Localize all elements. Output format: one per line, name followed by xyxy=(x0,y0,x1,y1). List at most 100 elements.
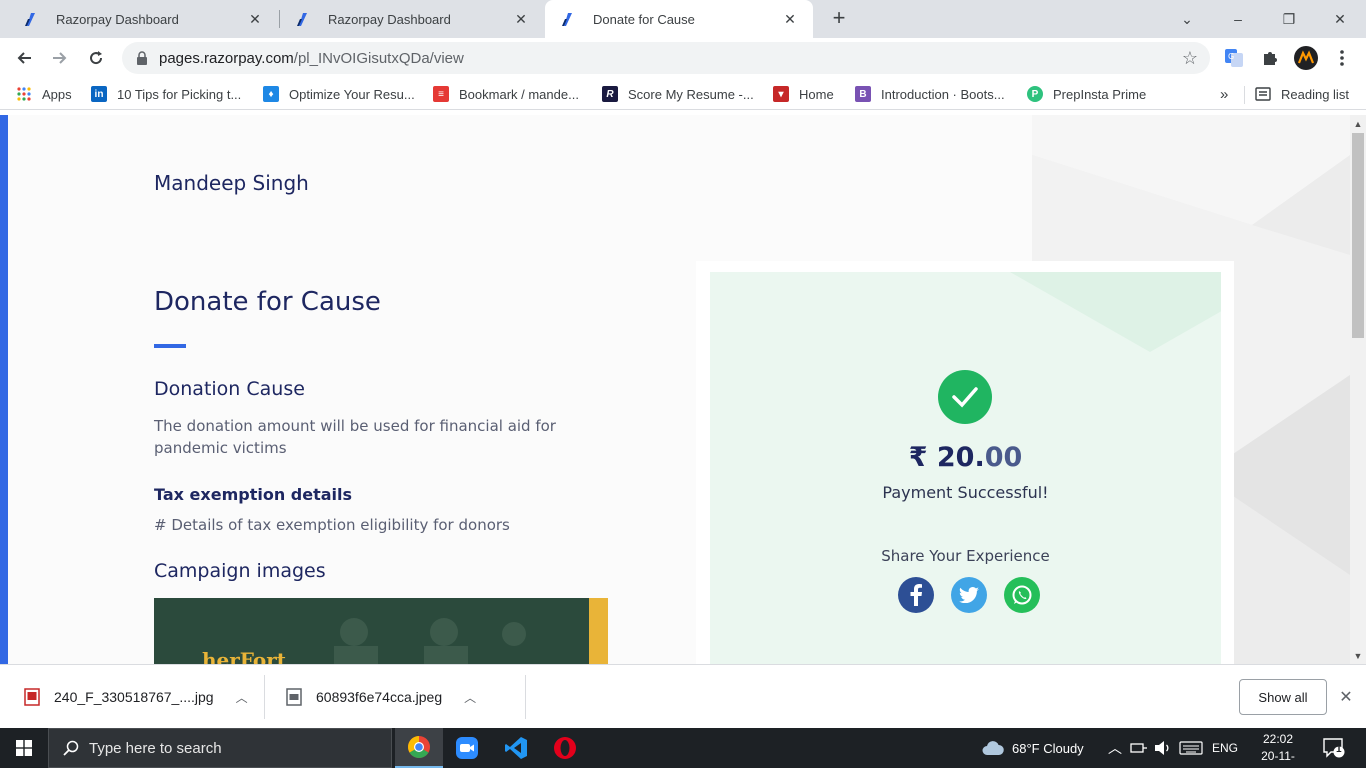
weather-text: 68°F Cloudy xyxy=(1012,740,1084,756)
drop-icon: ♦ xyxy=(263,86,279,102)
new-tab-button[interactable]: + xyxy=(828,7,850,30)
reload-button[interactable] xyxy=(84,46,108,70)
forward-arrow-icon xyxy=(53,52,67,64)
extensions-button[interactable] xyxy=(1258,46,1282,70)
chrome-icon xyxy=(408,736,430,758)
apps-grid-icon xyxy=(16,86,32,102)
back-arrow-icon xyxy=(17,52,31,64)
vscode-icon xyxy=(505,737,527,759)
bookmark-label: Bookmark / mande... xyxy=(459,86,579,102)
scroll-up-arrow-icon[interactable]: ▲ xyxy=(1350,115,1366,131)
tab-donate-for-cause[interactable]: Donate for Cause ✕ xyxy=(545,0,813,38)
bookmark-label: 10 Tips for Picking t... xyxy=(117,86,242,102)
share-whatsapp-button[interactable] xyxy=(1004,577,1040,613)
keyboard-icon[interactable] xyxy=(1179,728,1203,768)
back-button[interactable] xyxy=(12,46,36,70)
bookmark-apps[interactable]: Apps xyxy=(16,84,72,104)
browser-toolbar: pages.razorpay.com/pl_INvOIGisutxQDa/vie… xyxy=(0,38,1366,78)
minimize-button[interactable]: – xyxy=(1213,0,1263,38)
bookmark-mandeep[interactable]: ≡ Bookmark / mande... xyxy=(433,84,579,104)
download-item-2[interactable]: 60893f6e74cca.jpeg ︿ xyxy=(286,665,476,729)
share-facebook-button[interactable] xyxy=(898,577,934,613)
bookmarks-bar: Apps in 10 Tips for Picking t... ♦ Optim… xyxy=(0,78,1366,110)
bookmark-10-tips[interactable]: in 10 Tips for Picking t... xyxy=(91,84,241,104)
tab-close-icon[interactable]: ✕ xyxy=(781,10,799,28)
taskbar-opera[interactable] xyxy=(541,728,589,768)
chevron-up-icon[interactable]: ︿ xyxy=(236,689,248,706)
action-center-button[interactable]: 1 xyxy=(1322,728,1346,768)
lock-icon xyxy=(137,51,147,65)
show-hidden-icons-button[interactable]: ︿ xyxy=(1108,728,1122,768)
tab-search-button[interactable]: ⌄ xyxy=(1162,0,1212,38)
share-twitter-button[interactable] xyxy=(951,577,987,613)
reading-list-button[interactable]: Reading list xyxy=(1255,84,1349,104)
close-downloads-bar-button[interactable]: ✕ xyxy=(1336,687,1356,707)
taskbar-zoom[interactable] xyxy=(443,728,491,768)
payment-status-text: Payment Successful! xyxy=(882,483,1049,502)
stack-icon: ≡ xyxy=(433,86,449,102)
url-host: pages.razorpay.com xyxy=(159,50,294,67)
page-scrollbar[interactable]: ▲ ▼ xyxy=(1350,115,1366,664)
notification-icon xyxy=(1323,738,1345,758)
window-close-button[interactable]: ✕ xyxy=(1315,0,1365,38)
whatsapp-icon xyxy=(1012,585,1032,605)
campaign-image[interactable]: herFort xyxy=(154,598,608,664)
taskbar-search[interactable]: Type here to search xyxy=(48,728,392,768)
bookmark-optimize-resume[interactable]: ♦ Optimize Your Resu... xyxy=(263,84,415,104)
scroll-down-arrow-icon[interactable]: ▼ xyxy=(1350,648,1366,664)
download-separator xyxy=(525,675,526,719)
success-check-icon xyxy=(938,370,992,424)
taskbar-chrome[interactable] xyxy=(395,728,443,768)
bookmark-score-resume[interactable]: R Score My Resume -... xyxy=(602,84,754,104)
amount-decimal: 00 xyxy=(984,442,1023,473)
zoom-icon xyxy=(456,737,478,759)
bookmark-bootstrap[interactable]: B Introduction · Boots... xyxy=(855,84,1005,104)
image-file-icon xyxy=(24,688,40,706)
address-bar[interactable]: pages.razorpay.com/pl_INvOIGisutxQDa/vie… xyxy=(122,42,1210,74)
bookmark-star-icon[interactable]: ☆ xyxy=(1182,48,1198,69)
payment-page: Mandeep Singh Donate for Cause Donation … xyxy=(0,115,1350,664)
input-language[interactable]: ENG xyxy=(1212,728,1238,768)
razorpay-icon xyxy=(562,13,572,26)
title-underline xyxy=(154,344,186,348)
forward-button[interactable] xyxy=(48,46,72,70)
tab-razorpay-dashboard-1[interactable]: Razorpay Dashboard ✕ xyxy=(0,0,278,38)
amount-whole: 20. xyxy=(936,442,985,473)
download-filename: 60893f6e74cca.jpeg xyxy=(316,689,443,705)
browser-menu-button[interactable] xyxy=(1330,46,1354,70)
opera-icon xyxy=(554,737,576,759)
more-bookmarks-button[interactable]: » xyxy=(1220,84,1228,104)
tab-close-icon[interactable]: ✕ xyxy=(512,10,530,28)
google-translate-extension[interactable]: G xyxy=(1222,46,1246,70)
start-button[interactable] xyxy=(0,728,48,768)
tab-razorpay-dashboard-2[interactable]: Razorpay Dashboard ✕ xyxy=(280,0,544,38)
scrollbar-thumb[interactable] xyxy=(1352,133,1364,338)
weather-widget[interactable]: 68°F Cloudy xyxy=(982,728,1084,768)
downloads-bar: 240_F_330518767_....jpg ︿ 60893f6e74cca.… xyxy=(0,664,1366,728)
tab-strip: Razorpay Dashboard ✕ Razorpay Dashboard … xyxy=(0,0,1366,38)
tab-close-icon[interactable]: ✕ xyxy=(246,10,264,28)
campaign-image-text: herFort xyxy=(202,648,287,664)
volume-icon[interactable] xyxy=(1154,728,1172,768)
image-yellow-strip xyxy=(589,598,608,664)
paid-amount: ₹ 20.00 xyxy=(710,442,1221,473)
download-item-1[interactable]: 240_F_330518767_....jpg ︿ xyxy=(24,665,248,729)
svg-text:G: G xyxy=(1228,52,1234,61)
bookmarks-divider xyxy=(1244,86,1245,104)
bookmark-prepinsta[interactable]: P PrepInsta Prime xyxy=(1027,84,1146,104)
payment-status-panel: ₹ 20.00 Payment Successful! Share Your E… xyxy=(710,272,1221,664)
razorpay-icon xyxy=(25,13,35,26)
payment-status-card: ₹ 20.00 Payment Successful! Share Your E… xyxy=(696,261,1234,664)
cloud-icon xyxy=(982,741,1004,755)
merchant-name: Mandeep Singh xyxy=(154,171,309,195)
restore-button[interactable]: ❐ xyxy=(1264,0,1314,38)
show-all-downloads-button[interactable]: Show all xyxy=(1239,679,1327,715)
chevron-up-icon[interactable]: ︿ xyxy=(464,689,476,706)
network-icon[interactable] xyxy=(1130,728,1148,768)
bookmark-home[interactable]: ▾ Home xyxy=(773,84,834,104)
profile-avatar[interactable] xyxy=(1294,46,1318,70)
system-clock[interactable]: 22:02 20-11-2021 xyxy=(1250,731,1306,768)
donation-cause-heading: Donation Cause xyxy=(154,378,305,400)
taskbar-vscode[interactable] xyxy=(492,728,540,768)
windows-taskbar: Type here to search 68°F Cloudy ︿ ENG 22… xyxy=(0,728,1366,768)
